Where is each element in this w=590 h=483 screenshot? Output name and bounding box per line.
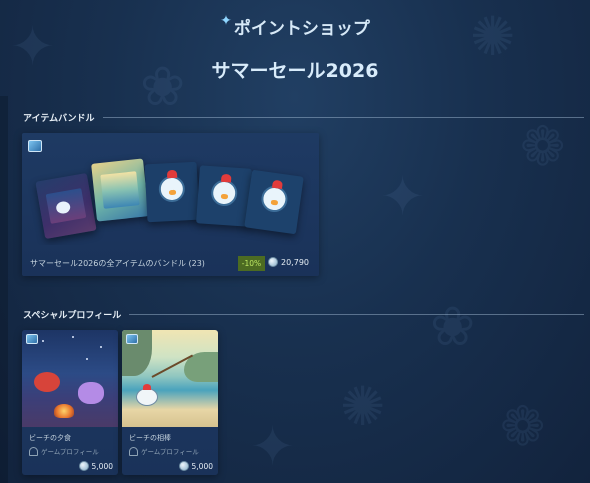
profile-type: ゲームプロフィール: [29, 446, 99, 456]
profile-card-beach-dinner[interactable]: ビーチの夕食 ゲームプロフィール 5,000: [22, 330, 118, 475]
chick-avatar-icon: [158, 175, 186, 203]
profile-name: ビーチの夕食: [29, 434, 71, 442]
profile-type-label: ゲームプロフィール: [141, 448, 199, 456]
beach-scene-thumbnail: [100, 171, 140, 209]
game-profile-icon: [129, 446, 138, 456]
bundle-item-tile: [244, 169, 304, 235]
bundle-artwork: [22, 133, 319, 245]
profile-type: ゲームプロフィール: [129, 446, 199, 456]
section-divider: [129, 314, 584, 315]
profile-price-value: 5,000: [91, 461, 113, 471]
section-label-bundles: アイテムバンドル: [23, 114, 95, 124]
page-header: ✦ ポイントショップ: [0, 12, 590, 40]
section-divider: [102, 117, 584, 118]
bundle-item-tile: [196, 165, 252, 227]
sparkle-icon: ✦: [220, 12, 232, 29]
section-header-profiles: スペシャルプロフィール: [23, 308, 584, 321]
profile-type-label: ゲームプロフィール: [41, 448, 99, 456]
bundle-item-tile: [144, 161, 200, 223]
sale-badge-icon: [28, 140, 42, 152]
night-scene-thumbnail: [45, 188, 87, 224]
profile-card-beach-buddy[interactable]: ビーチの相棒 ゲームプロフィール 5,000: [122, 330, 218, 475]
points-coin-icon: [78, 461, 89, 471]
bundle-card[interactable]: サマーセール2026の全アイテムのバンドル (23): [22, 133, 319, 276]
points-coin-icon: [268, 257, 278, 267]
bird-character: [136, 384, 158, 406]
bundle-name: サマーセール2026の全アイテムのバンドル (23): [30, 259, 205, 268]
profile-artwork: [22, 330, 118, 427]
profile-price: 5,000: [178, 461, 213, 471]
profile-name: ビーチの相棒: [129, 434, 171, 442]
section-header-bundles: アイテムバンドル: [23, 111, 584, 124]
shop-title-text: ポイントショップ: [233, 19, 370, 39]
bundle-item-tile: [35, 172, 97, 240]
section-label-profiles: スペシャルプロフィール: [23, 311, 122, 321]
profile-artwork: [122, 330, 218, 427]
points-coin-icon: [178, 461, 189, 471]
sale-badge-icon: [26, 334, 38, 344]
campfire: [54, 404, 74, 418]
profile-price-value: 5,000: [191, 461, 213, 471]
chick-avatar-icon: [210, 179, 239, 207]
page-edge: [0, 96, 8, 483]
profile-price: 5,000: [78, 461, 113, 471]
creature-character: [78, 382, 104, 404]
bundle-price-value: 20,790: [281, 257, 309, 267]
bundle-item-tile: [91, 158, 149, 222]
bundle-price: 20,790: [268, 257, 309, 267]
crab-character: [34, 372, 60, 392]
chick-avatar-icon: [259, 184, 290, 214]
discount-badge: -10%: [238, 256, 265, 271]
shop-title: ✦ ポイントショップ: [220, 12, 370, 40]
sale-badge-icon: [126, 334, 138, 344]
sale-title: サマーセール2026: [211, 60, 379, 82]
game-profile-icon: [29, 446, 38, 456]
